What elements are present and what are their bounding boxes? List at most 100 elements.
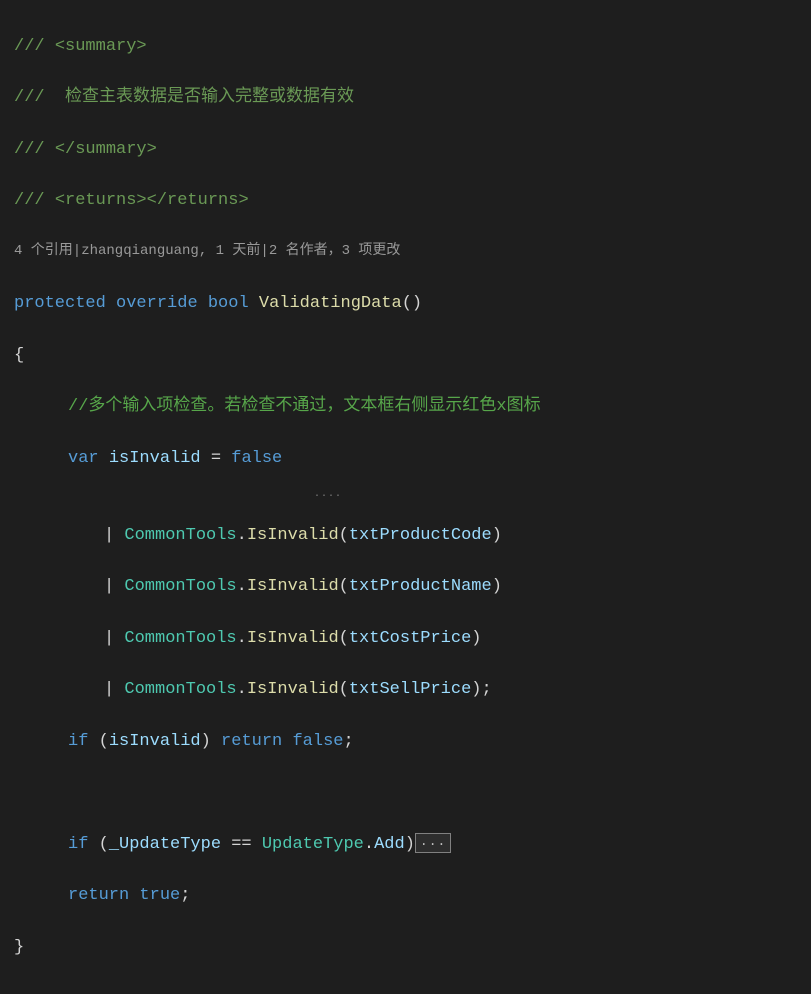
kw-return: return — [68, 886, 129, 905]
rparen: ) — [471, 629, 481, 648]
pipe-call: | CommonTools.IsInvalid(txtProductName) — [14, 574, 797, 600]
doc-slash: /// — [14, 191, 55, 210]
dots-hint: .... — [104, 487, 342, 502]
space — [106, 294, 116, 313]
pipe-op: | — [104, 526, 124, 545]
space — [252, 835, 262, 854]
dot: . — [237, 526, 247, 545]
space — [198, 294, 208, 313]
blank-line — [14, 780, 797, 806]
method-signature: protected override bool ValidatingData() — [14, 291, 797, 317]
class-commontools: CommonTools — [124, 680, 236, 699]
method-isinvalid: IsInvalid — [247, 680, 339, 699]
class-commontools: CommonTools — [124, 577, 236, 596]
kw-protected: protected — [14, 294, 106, 313]
rparen-semi: ); — [471, 680, 491, 699]
method-isinvalid: IsInvalid — [247, 629, 339, 648]
lparen: ( — [339, 526, 349, 545]
brace-open: { — [14, 343, 797, 369]
doc-summary-text: 检查主表数据是否输入完整或数据有效 — [65, 88, 354, 107]
lparen: ( — [99, 835, 109, 854]
lparen: ( — [339, 577, 349, 596]
arg-txtproductcode: txtProductCode — [349, 526, 492, 545]
pipe-call: | CommonTools.IsInvalid(txtCostPrice) — [14, 626, 797, 652]
enum-updatetype: UpdateType — [262, 835, 364, 854]
doc-slash: /// — [14, 88, 65, 107]
collapsed-region[interactable]: ... — [415, 833, 451, 853]
space — [282, 732, 292, 751]
comment-text: //多个输入项检查。若检查不通过，文本框右侧显示红色x图标 — [68, 397, 541, 416]
xml-doc-line: /// <summary> — [14, 34, 797, 60]
lparen: ( — [339, 629, 349, 648]
bool-false: false — [292, 732, 343, 751]
dot: . — [237, 629, 247, 648]
rparen: ) — [492, 577, 502, 596]
inner-comment: //多个输入项检查。若检查不通过，文本框右侧显示红色x图标 — [14, 394, 797, 420]
space — [88, 732, 98, 751]
pipe-op: | — [104, 577, 124, 596]
method-name: ValidatingData — [259, 294, 402, 313]
rparen: ) — [405, 835, 415, 854]
pipe-call: | CommonTools.IsInvalid(txtProductCode) — [14, 523, 797, 549]
codelens-bar[interactable]: 4 个引用|zhangqianguang, 1 天前|2 名作者，3 项更改 — [14, 240, 797, 266]
space — [129, 886, 139, 905]
dot: . — [237, 577, 247, 596]
space — [221, 835, 231, 854]
rparen: ) — [201, 732, 211, 751]
kw-override: override — [116, 294, 198, 313]
enum-member-add: Add — [374, 835, 405, 854]
suggestion-dots: .... — [14, 491, 797, 497]
dot: . — [364, 835, 374, 854]
pipe-call: | CommonTools.IsInvalid(txtSellPrice); — [14, 677, 797, 703]
code-editor[interactable]: /// <summary> /// 检查主表数据是否输入完整或数据有效 /// … — [0, 0, 811, 994]
xml-returns-tag: <returns></returns> — [55, 191, 249, 210]
method-isinvalid: IsInvalid — [247, 526, 339, 545]
xml-doc-line: /// <returns></returns> — [14, 188, 797, 214]
space — [249, 294, 259, 313]
ident-isinvalid: isInvalid — [109, 732, 201, 751]
doc-slash: /// — [14, 37, 55, 56]
kw-if: if — [68, 835, 88, 854]
op-eq: = — [211, 449, 221, 468]
semi: ; — [180, 886, 190, 905]
parens: () — [402, 294, 422, 313]
pipe-op: | — [104, 629, 124, 648]
if-return: if (isInvalid) return false; — [14, 729, 797, 755]
arg-txtcostprice: txtCostPrice — [349, 629, 471, 648]
type-bool: bool — [208, 294, 249, 313]
space — [88, 835, 98, 854]
doc-slash: /// — [14, 140, 55, 159]
bool-false: false — [231, 449, 282, 468]
arg-txtproductname: txtProductName — [349, 577, 492, 596]
arg-txtsellprice: txtSellPrice — [349, 680, 471, 699]
var-decl: var isInvalid = false — [14, 446, 797, 472]
kw-if: if — [68, 732, 88, 751]
close-brace: } — [14, 938, 24, 957]
bool-true: true — [139, 886, 180, 905]
class-commontools: CommonTools — [124, 629, 236, 648]
dot: . — [237, 680, 247, 699]
open-brace: { — [14, 346, 24, 365]
lparen: ( — [99, 732, 109, 751]
ident-updatetype: _UpdateType — [109, 835, 221, 854]
xml-doc-line: /// 检查主表数据是否输入完整或数据有效 — [14, 85, 797, 111]
space — [201, 449, 211, 468]
space — [221, 449, 231, 468]
semi: ; — [343, 732, 353, 751]
space — [211, 732, 221, 751]
pipe-op: | — [104, 680, 124, 699]
kw-var: var — [68, 449, 99, 468]
codelens-text[interactable]: 4 个引用|zhangqianguang, 1 天前|2 名作者，3 项更改 — [14, 243, 400, 259]
xml-doc-line: /// </summary> — [14, 137, 797, 163]
if-collapsed: if (_UpdateType == UpdateType.Add)... — [14, 832, 797, 858]
xml-summary-open: <summary> — [55, 37, 147, 56]
brace-close: } — [14, 935, 797, 961]
rparen: ) — [492, 526, 502, 545]
return-true: return true; — [14, 883, 797, 909]
method-isinvalid: IsInvalid — [247, 577, 339, 596]
op-eqeq: == — [231, 835, 251, 854]
kw-return: return — [221, 732, 282, 751]
ident-isinvalid: isInvalid — [109, 449, 201, 468]
space — [99, 449, 109, 468]
class-commontools: CommonTools — [124, 526, 236, 545]
